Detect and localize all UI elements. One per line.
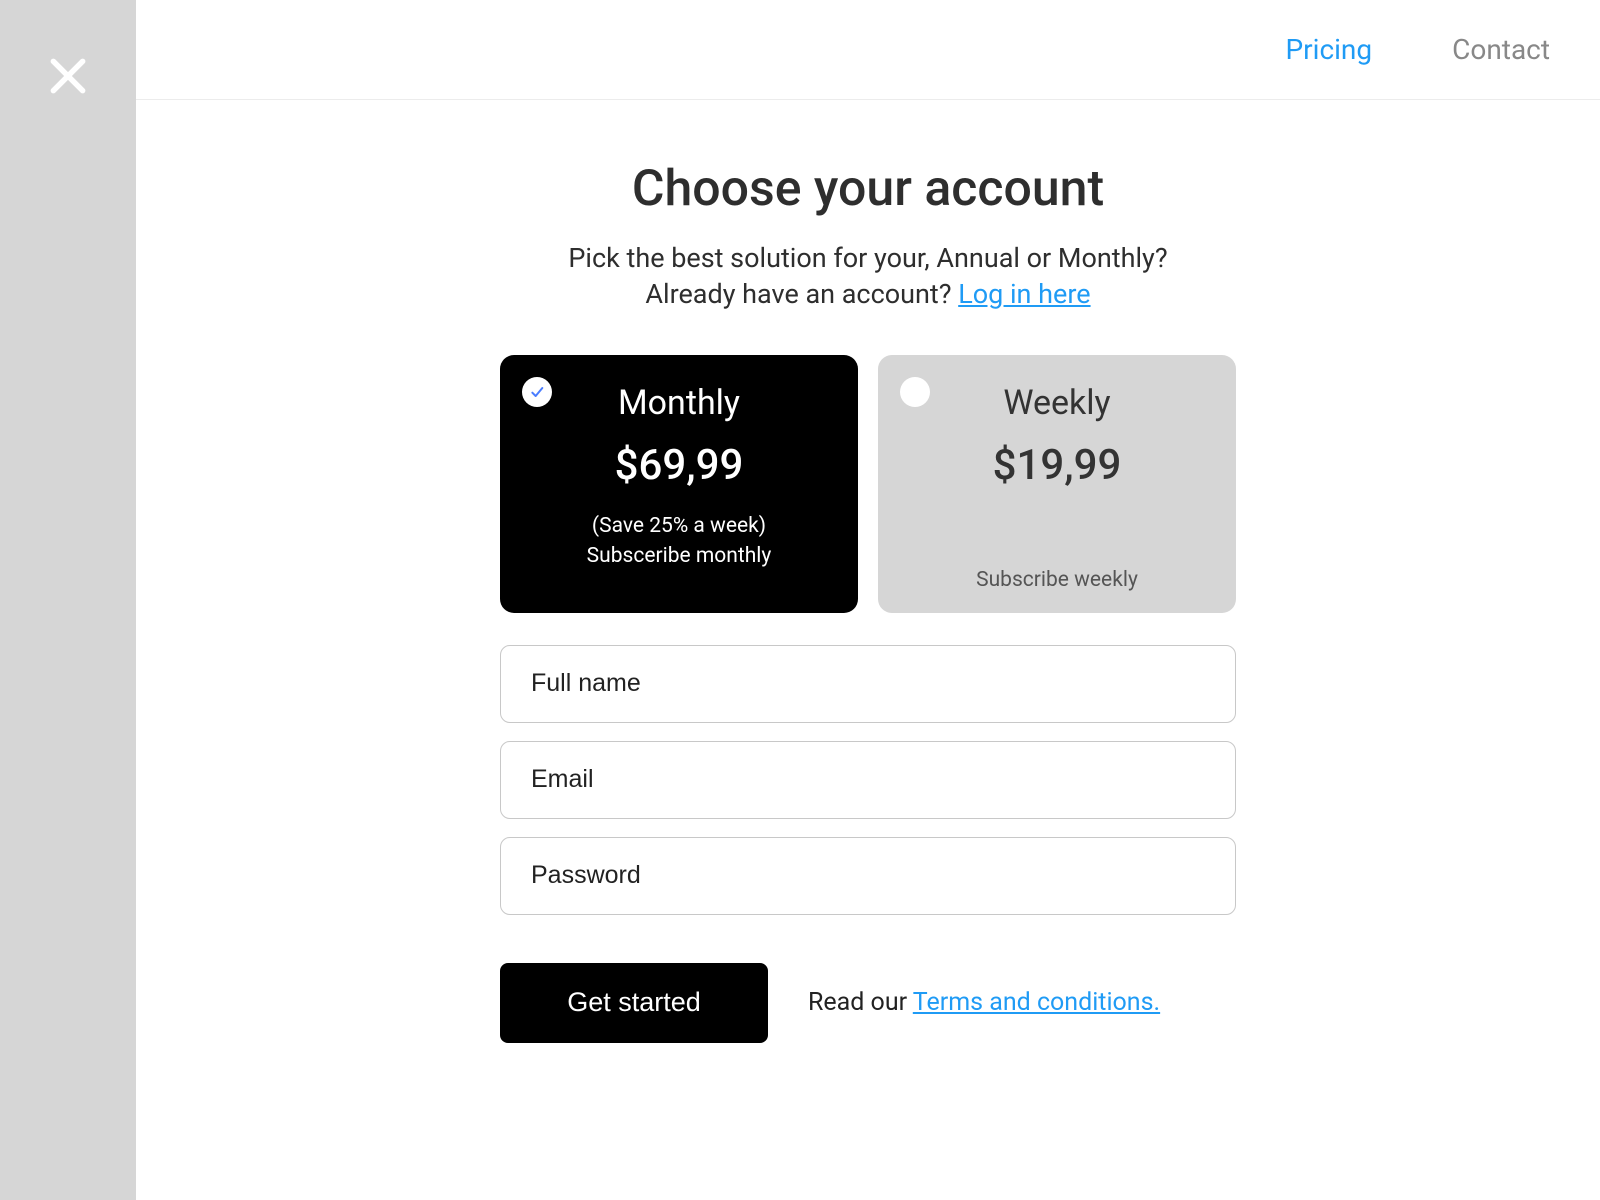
terms-link[interactable]: Terms and conditions.: [913, 988, 1160, 1017]
read-our-prefix: Read our: [808, 988, 913, 1017]
page-subtitle: Pick the best solution for your, Annual …: [568, 240, 1167, 313]
check-icon: [529, 384, 545, 400]
plan-card-weekly[interactable]: Weekly $19,99 Subscribe weekly: [878, 355, 1236, 613]
page-title: Choose your account: [632, 160, 1104, 218]
plan-title-weekly: Weekly: [1003, 383, 1110, 423]
radio-weekly[interactable]: [900, 377, 930, 407]
close-icon: [46, 54, 90, 98]
subtitle-line1: Pick the best solution for your, Annual …: [568, 240, 1167, 276]
plan-price-weekly: $19,99: [993, 441, 1122, 490]
plan-subscribe-weekly: Subscribe weekly: [976, 568, 1138, 592]
top-nav: Pricing Contact: [136, 0, 1600, 100]
plan-options: Monthly $69,99 (Save 25% a week) Subscer…: [500, 355, 1236, 613]
nav-link-pricing[interactable]: Pricing: [1286, 33, 1373, 66]
plan-price-monthly: $69,99: [615, 441, 744, 490]
plan-subscribe-monthly: Subsceribe monthly: [587, 544, 772, 568]
sidebar: [0, 0, 136, 1200]
email-input[interactable]: [500, 741, 1236, 819]
radio-monthly[interactable]: [522, 377, 552, 407]
plan-save-monthly: (Save 25% a week): [592, 514, 766, 538]
close-button[interactable]: [40, 48, 96, 104]
footer-row: Get started Read our Terms and condition…: [500, 963, 1236, 1043]
plan-title-monthly: Monthly: [618, 383, 740, 423]
get-started-button[interactable]: Get started: [500, 963, 768, 1043]
subtitle-line2: Already have an account? Log in here: [568, 276, 1167, 312]
main-content: Choose your account Pick the best soluti…: [136, 100, 1600, 1200]
login-link[interactable]: Log in here: [958, 278, 1090, 310]
nav-link-contact[interactable]: Contact: [1452, 33, 1550, 66]
fullname-input[interactable]: [500, 645, 1236, 723]
password-input[interactable]: [500, 837, 1236, 915]
terms-text: Read our Terms and conditions.: [808, 988, 1160, 1017]
signup-form: [500, 645, 1236, 915]
already-have-account-text: Already have an account?: [645, 278, 958, 310]
plan-card-monthly[interactable]: Monthly $69,99 (Save 25% a week) Subscer…: [500, 355, 858, 613]
